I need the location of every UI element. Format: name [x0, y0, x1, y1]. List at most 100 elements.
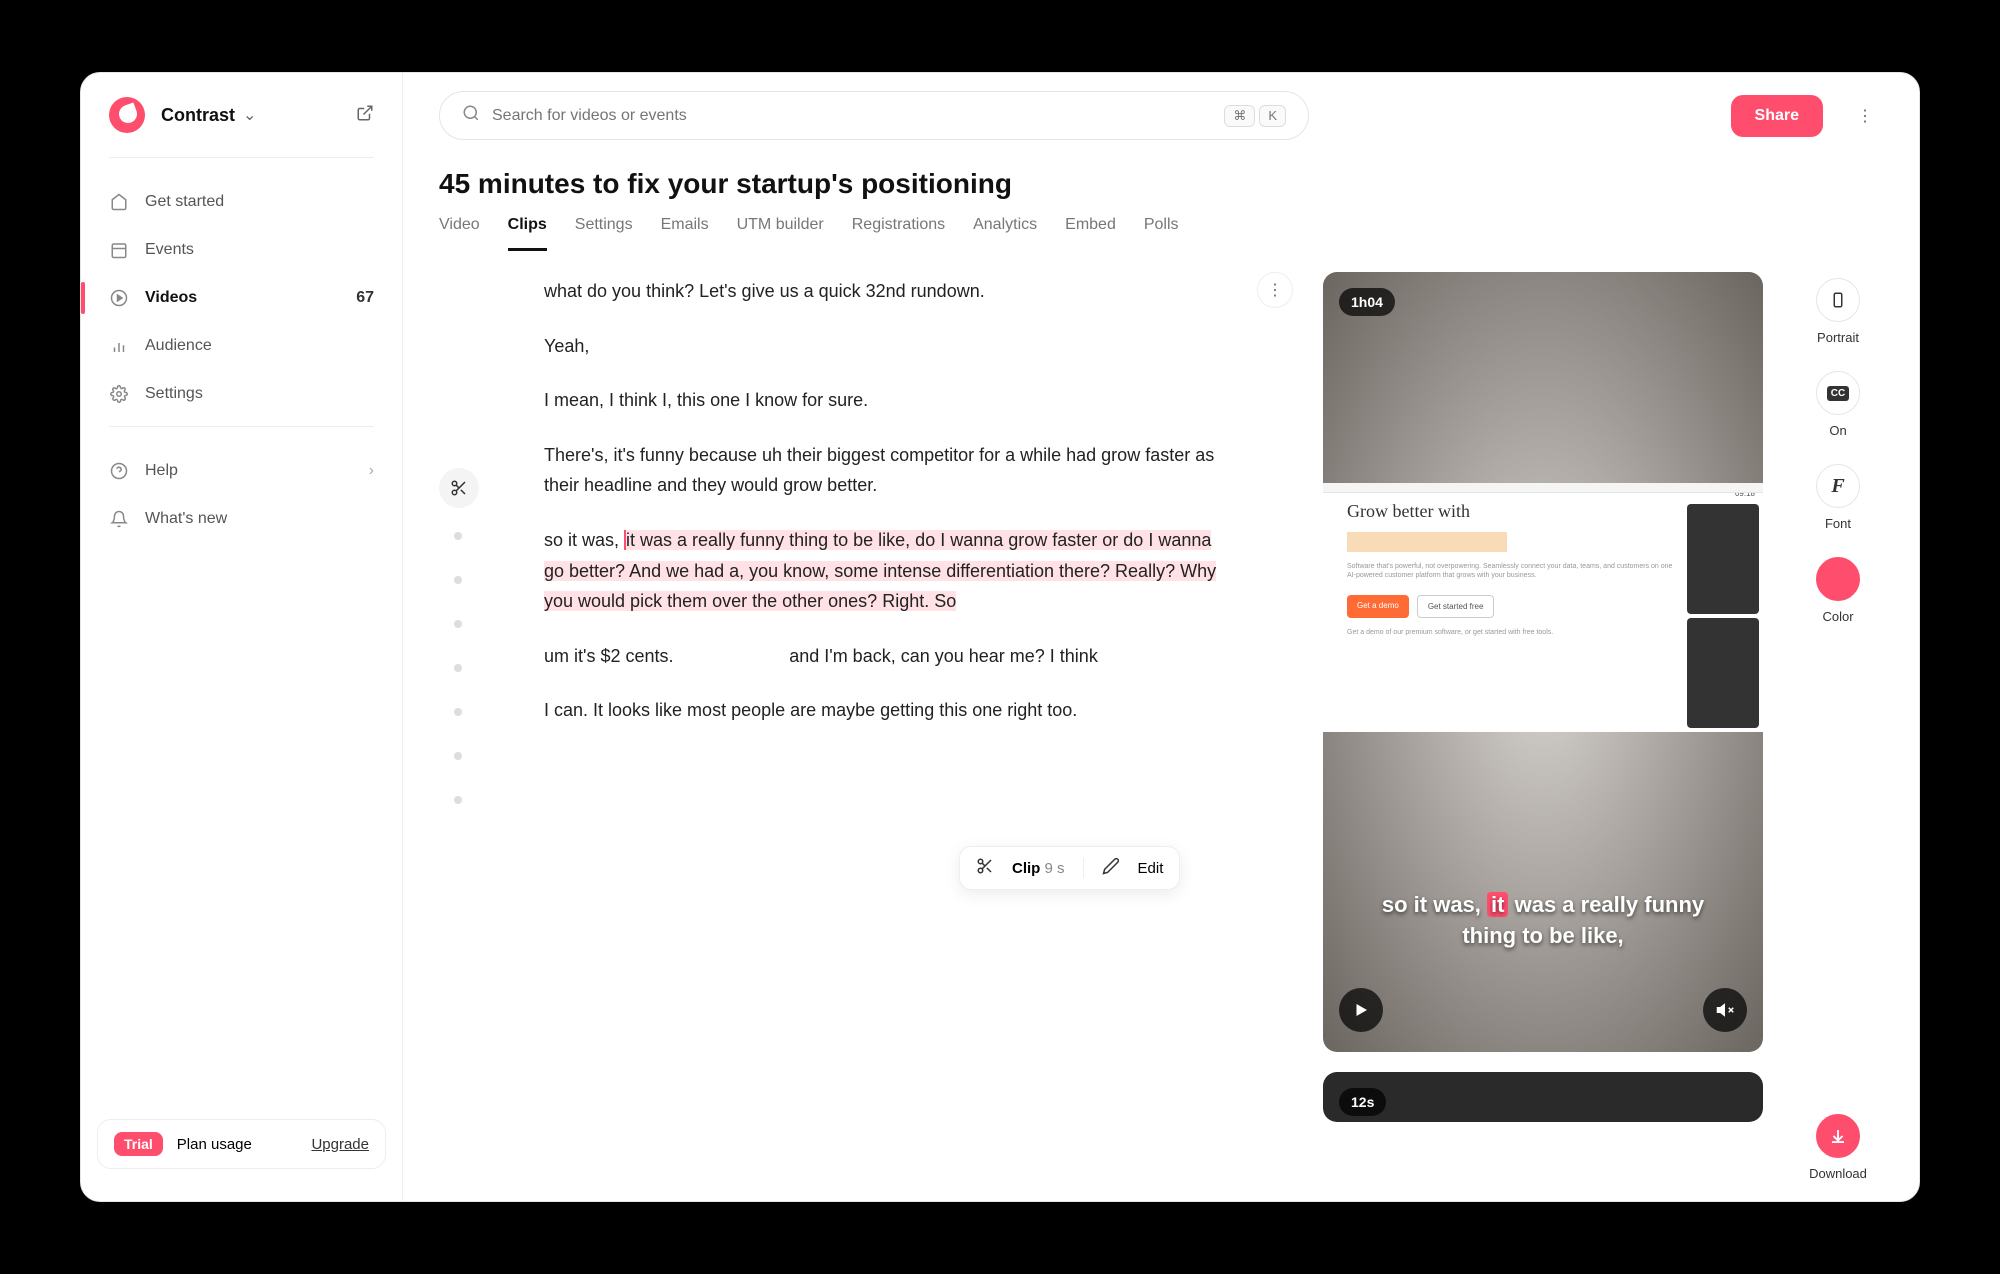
kbd-shortcut: ⌘ K: [1224, 105, 1286, 127]
tab-analytics[interactable]: Analytics: [973, 216, 1037, 251]
tab-emails[interactable]: Emails: [661, 216, 709, 251]
tab-settings[interactable]: Settings: [575, 216, 633, 251]
paragraph-dot: [454, 620, 462, 628]
transcript-body[interactable]: what do you think? Let's give us a quick…: [439, 272, 1293, 790]
divider: [109, 426, 374, 427]
gear-icon: [109, 384, 129, 404]
bell-icon: [109, 509, 129, 529]
nav-label: Events: [145, 241, 194, 259]
clip-caption: so it was, it was a really funny thing t…: [1323, 890, 1763, 952]
logo-icon: [109, 97, 145, 133]
home-icon: [109, 192, 129, 212]
rail-label: Download: [1809, 1166, 1867, 1181]
rail-label: Color: [1822, 609, 1853, 624]
inset-subtext: Software that's powerful, not overpoweri…: [1347, 562, 1675, 582]
clip-preview[interactable]: 1h04 Grow better with Software that's po…: [1323, 272, 1763, 1052]
transcript-line: There's, it's funny because uh their big…: [544, 440, 1233, 501]
content: ⋮ what do you think? Let's give us a qui…: [403, 252, 1919, 1201]
rail-label: Font: [1825, 516, 1851, 531]
transcript-line: what do you think? Let's give us a quick…: [544, 276, 1233, 307]
rail-label: On: [1829, 423, 1846, 438]
primary-nav: Get started Events Videos 67 Audience Se…: [81, 170, 402, 426]
download-icon: [1816, 1114, 1860, 1158]
kbd-k: K: [1259, 105, 1286, 127]
transcript-line: I can. It looks like most people are may…: [544, 695, 1233, 726]
sidebar-item-settings[interactable]: Settings: [81, 370, 402, 418]
sidebar-item-help[interactable]: Help ›: [81, 447, 402, 495]
inset-primary-cta: Get a demo: [1347, 595, 1409, 618]
scissors-icon[interactable]: [439, 468, 479, 508]
transcript-more-button[interactable]: ⋮: [1257, 272, 1293, 308]
sidebar-item-whats-new[interactable]: What's new: [81, 495, 402, 543]
inset-browser-chrome: [1323, 483, 1763, 493]
rail-label: Portrait: [1817, 330, 1859, 345]
share-button[interactable]: Share: [1731, 95, 1823, 137]
transcript-line: Yeah,: [544, 331, 1233, 362]
nav-label: Get started: [145, 193, 224, 211]
tab-registrations[interactable]: Registrations: [852, 216, 945, 251]
inset-hero: Grow better with Software that's powerfu…: [1323, 483, 1683, 733]
transcript-line-selected: so it was, it was a really funny thing t…: [544, 525, 1233, 617]
app-window: Contrast ⌄ Get started Events Videos 67: [80, 72, 1920, 1202]
captions-toggle[interactable]: CC On: [1816, 371, 1860, 438]
portrait-icon: [1816, 278, 1860, 322]
transcript-column: ⋮ what do you think? Let's give us a qui…: [439, 272, 1293, 1201]
more-options-button[interactable]: ⋮: [1847, 98, 1883, 134]
external-link-icon[interactable]: [356, 104, 374, 127]
paragraph-dot: [454, 576, 462, 584]
edit-button[interactable]: Edit: [1138, 860, 1164, 877]
clip-preview-next[interactable]: 12s: [1323, 1072, 1763, 1122]
sidebar-item-videos[interactable]: Videos 67: [81, 274, 402, 322]
upgrade-link[interactable]: Upgrade: [311, 1136, 369, 1153]
chevron-right-icon: ›: [369, 462, 374, 480]
plan-card: Trial Plan usage Upgrade: [97, 1119, 386, 1169]
inset-headline: Grow better with: [1347, 501, 1675, 522]
search-input[interactable]: [492, 107, 1212, 125]
search-bar[interactable]: ⌘ K: [439, 91, 1309, 140]
preview-column: 1h04 Grow better with Software that's po…: [1323, 272, 1763, 1201]
play-button[interactable]: [1339, 988, 1383, 1032]
tab-polls[interactable]: Polls: [1144, 216, 1179, 251]
inset-footnote: Get a demo of our premium software, or g…: [1347, 628, 1675, 638]
sidebar: Contrast ⌄ Get started Events Videos 67: [81, 73, 403, 1201]
font-picker[interactable]: F Font: [1816, 464, 1860, 531]
search-icon: [462, 104, 480, 127]
paragraph-dot: [454, 532, 462, 540]
paragraph-dot: [454, 796, 462, 804]
divider: [109, 157, 374, 158]
plan-usage-link[interactable]: Plan usage: [177, 1136, 252, 1153]
pencil-icon: [1102, 857, 1120, 879]
paragraph-markers: [454, 532, 462, 804]
color-picker[interactable]: Color: [1816, 557, 1860, 624]
transcript-line: I mean, I think I, this one I know for s…: [544, 385, 1233, 416]
calendar-icon: [109, 240, 129, 260]
tab-embed[interactable]: Embed: [1065, 216, 1116, 251]
orientation-toggle[interactable]: Portrait: [1816, 278, 1860, 345]
trial-badge: Trial: [114, 1132, 163, 1156]
clip-button[interactable]: Clip 9 s: [1012, 860, 1065, 877]
tab-utm[interactable]: UTM builder: [737, 216, 824, 251]
cc-icon: CC: [1816, 371, 1860, 415]
nav-label: Audience: [145, 337, 212, 355]
duration-badge: 1h04: [1339, 288, 1395, 316]
paragraph-dot: [454, 752, 462, 760]
tabs: Video Clips Settings Emails UTM builder …: [403, 200, 1919, 252]
chevron-down-icon: ⌄: [243, 105, 256, 125]
sidebar-item-get-started[interactable]: Get started: [81, 178, 402, 226]
webcam-thumbnail: [1687, 618, 1759, 728]
secondary-nav: Help › What's new: [81, 439, 402, 551]
sidebar-item-events[interactable]: Events: [81, 226, 402, 274]
tab-video[interactable]: Video: [439, 216, 480, 251]
page-title: 45 minutes to fix your startup's positio…: [403, 158, 1919, 200]
sidebar-item-audience[interactable]: Audience: [81, 322, 402, 370]
plan-card-area: Trial Plan usage Upgrade: [81, 1103, 402, 1185]
nav-label: Videos: [145, 289, 197, 307]
bars-icon: [109, 336, 129, 356]
workspace-switcher[interactable]: Contrast ⌄: [81, 89, 402, 157]
main: ⌘ K Share ⋮ 45 minutes to fix your start…: [403, 73, 1919, 1201]
kbd-cmd: ⌘: [1224, 105, 1255, 127]
clip-popover: Clip 9 s Edit: [959, 846, 1180, 890]
mute-button[interactable]: [1703, 988, 1747, 1032]
download-button[interactable]: Download: [1809, 1114, 1867, 1181]
tab-clips[interactable]: Clips: [508, 216, 547, 251]
